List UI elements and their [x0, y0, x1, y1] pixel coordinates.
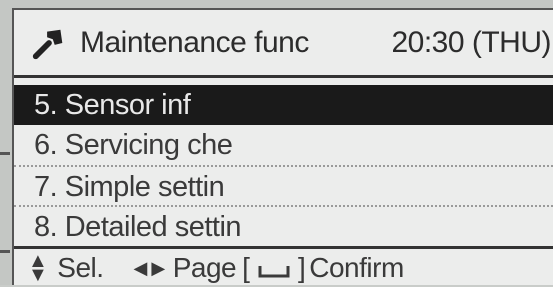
menu-item-detailed-settings[interactable]: 8. Detailed settin — [14, 205, 553, 245]
menu-item-label: 5. Sensor inf — [34, 89, 191, 121]
bezel-tick — [0, 152, 10, 155]
screen-header: Maintenance func 20:30 (THU) — [14, 10, 553, 78]
menu-item-label: 8. Detailed settin — [34, 211, 242, 243]
menu-item-label: 7. Simple settin — [34, 171, 225, 203]
menu-item-label: 6. Servicing che — [34, 129, 233, 161]
menu-item-sensor-info[interactable]: 5. Sensor inf — [14, 85, 553, 125]
wrench-icon — [32, 29, 63, 59]
select-hint: Sel. — [57, 252, 104, 283]
menu-list: 5. Sensor inf 6. Servicing che 7. Simple… — [14, 85, 553, 245]
confirm-hint: Confirm — [309, 252, 404, 283]
enter-key-hint: [ ] — [242, 252, 306, 283]
enter-key-icon — [258, 265, 290, 278]
page-hint: Page — [172, 252, 237, 283]
screen-title: Maintenance func — [80, 25, 309, 59]
menu-item-simple-settings[interactable]: 7. Simple settin — [14, 165, 553, 205]
menu-item-servicing-check[interactable]: 6. Servicing che — [14, 125, 553, 165]
updown-arrows-icon: ▲ ▼ — [28, 250, 48, 286]
bezel-tick — [0, 250, 10, 253]
left-right-arrows-icon: ◀ ▶ — [133, 257, 166, 278]
lcd-screen: Maintenance func 20:30 (THU) 5. Sensor i… — [12, 8, 553, 285]
key-guide-footer: ▲ ▼ Sel. ◀ ▶ Page [ ] Confirm — [14, 246, 553, 287]
clock-display: 20:30 (THU) — [391, 25, 551, 59]
